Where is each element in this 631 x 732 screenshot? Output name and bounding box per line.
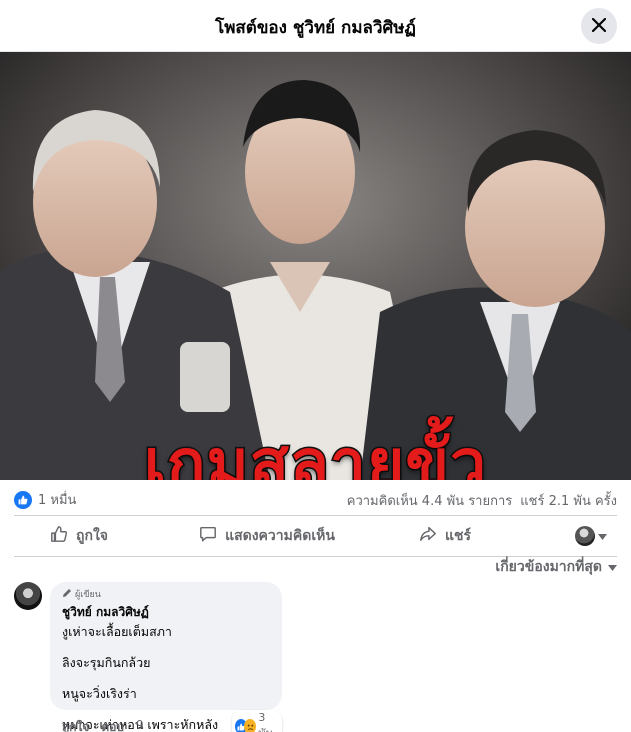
caret-down-icon [608,559,617,575]
post-image[interactable]: เกมสลายขั้ว [0,52,631,480]
like-reaction-icon [14,490,32,509]
post-stats: 1 หมื่น ความคิดเห็น 4.4 พัน รายการ แชร์ … [0,482,631,514]
comment-reactions[interactable]: 3 พัน [232,710,282,732]
comment-bubble: ผู้เขียน ชูวิทย์ กมลวิศิษฏ์ งูเห่าจะเลื้… [50,582,282,732]
post-action-bar: ถูกใจ แสดงความคิดเห็น แชร์ [14,515,617,557]
share-button-label: แชร์ [444,528,472,544]
thumbs-up-icon [50,525,68,547]
comment-count[interactable]: ความคิดเห็น 4.4 พัน รายการ [347,490,512,511]
comment-reply-link[interactable]: ตอบกลับ [101,718,124,732]
dialog-title: โพสต์ของ ชูวิทย์ กมลวิศิษฏ์ [215,18,416,38]
share-count[interactable]: แชร์ 2.1 พัน ครั้ง [520,490,617,511]
image-overlay-text: เกมสลายขั้ว [142,427,488,481]
like-button[interactable]: ถูกใจ [14,525,144,547]
post-photo-illustration [0,52,631,480]
comment-like-link[interactable]: ถูกใจ [62,718,89,732]
comment-author[interactable]: ชูวิทย์ กมลวิศิษฏ์ [62,603,270,622]
avatar [575,526,595,546]
comment-line: งูเห่าจะเลื้อยเต็มสภา [62,624,172,639]
close-icon [591,17,607,36]
comment-timestamp[interactable]: 9 ชม. [136,718,156,732]
speech-bubble-icon [199,525,217,547]
comment-line: ลิงจะรุมกินกล้วย [62,655,151,670]
caret-down-icon [598,528,607,544]
comment-button-label: แสดงความคิดเห็น [225,528,335,544]
comment-button[interactable]: แสดงความคิดเห็น [152,525,382,547]
like-count[interactable]: 1 หมื่น [14,489,76,510]
comment-sort-label: เกี่ยวข้องมากที่สุด [495,559,602,575]
like-button-label: ถูกใจ [76,528,108,544]
author-badge-label: ผู้เขียน [75,590,101,600]
author-badge: ผู้เขียน [62,588,270,600]
close-button[interactable] [581,8,617,44]
commenter-avatar[interactable] [14,582,42,610]
pencil-icon [62,588,72,601]
share-arrow-icon [419,525,437,547]
comment-sort-dropdown[interactable]: เกี่ยวข้องมากที่สุด [495,556,617,578]
audience-selector[interactable] [575,526,607,546]
like-count-text: 1 หมื่น [38,493,77,508]
comment-line: หนูจะวิ่งเริงร่า [62,686,137,701]
dialog-header: โพสต์ของ ชูวิทย์ กมลวิศิษฏ์ [0,0,631,52]
share-button[interactable]: แชร์ [390,525,500,547]
comment-reaction-count: 3 พัน [258,711,273,732]
sad-reaction-icon [244,719,257,732]
comment-actions: ถูกใจ ตอบกลับ 9 ชม. [62,718,156,732]
